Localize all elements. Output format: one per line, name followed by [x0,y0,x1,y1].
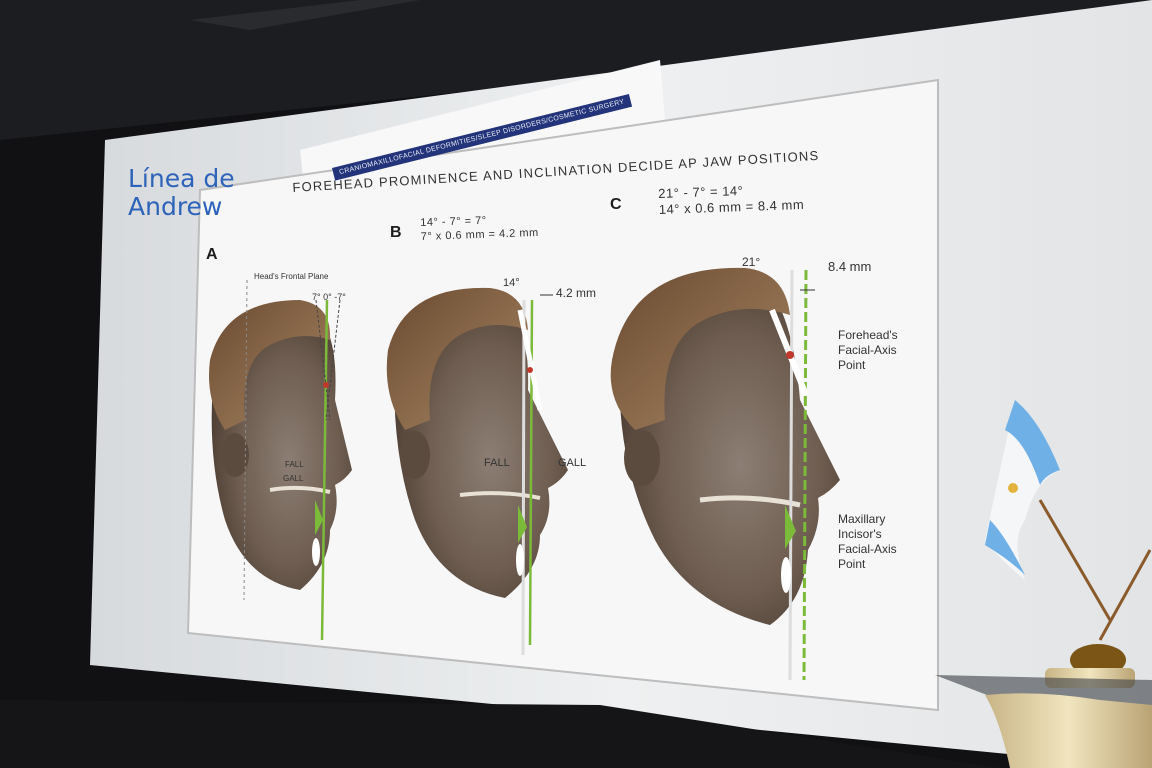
panel-b-calc: 14° - 7° = 7° 7° x 0.6 mm = 4.2 mm [420,212,539,244]
panel-c-angle: 21° [742,255,761,269]
panel-a-gall: GALL [283,474,304,483]
panel-a-letter: A [206,246,218,263]
panel-b-fall: FALL [484,457,510,469]
incisor-label-line2: Incisor's [838,527,882,541]
forehead-label-line2: Facial-Axis [838,343,897,357]
panel-b-letter: B [390,224,402,241]
panel-c-distance: 8.4 mm [828,259,872,274]
panel-b-distance: 4.2 mm [556,286,597,300]
forehead-label-line1: Forehead's [838,328,898,342]
panel-c-letter: C [610,196,622,213]
background-slide-title: Línea de Andrew [128,165,235,221]
panel-a-fall: FALL [285,460,304,469]
incisor-label-line4: Point [838,557,866,571]
frontal-plane-label: Head's Frontal Plane [254,272,329,281]
panel-b-gall: GALL [558,457,587,469]
maxillary-incisor-label: Maxillary Incisor's Facial-Axis Point [838,512,897,572]
panel-b-angle: 14° [503,277,520,289]
incisor-label-line3: Facial-Axis [838,542,897,556]
forehead-label-line3: Point [838,358,866,372]
panel-a-angles: 7° 0° -7° [312,292,346,302]
incisor-label-line1: Maxillary [838,512,886,526]
title-line-1: Línea de [128,164,235,193]
panel-c-calc: 21° - 7° = 14° 14° x 0.6 mm = 8.4 mm [658,181,804,218]
forehead-facial-axis-label: Forehead's Facial-Axis Point [838,328,898,373]
title-line-2: Andrew [128,192,223,221]
